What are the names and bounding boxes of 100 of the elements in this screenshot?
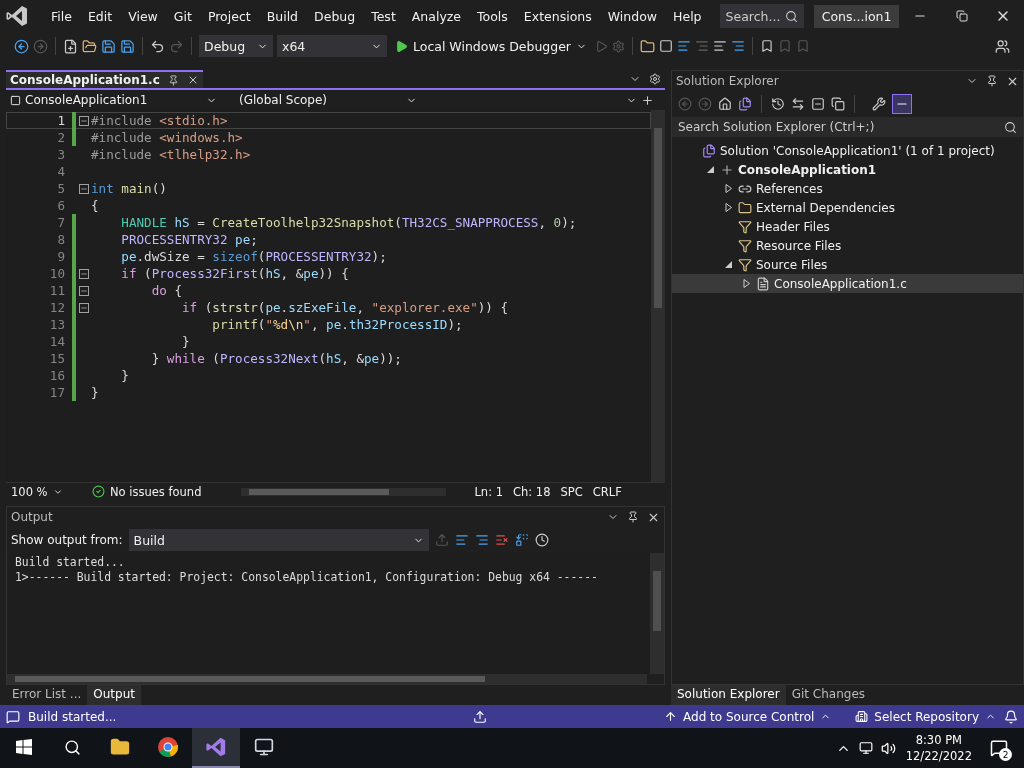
search-icon[interactable] — [1004, 120, 1017, 134]
tree-item[interactable]: Source Files — [672, 255, 1023, 274]
preview-button[interactable] — [892, 94, 912, 114]
menu-item[interactable]: Tools — [469, 8, 516, 24]
volume-icon[interactable] — [880, 740, 896, 756]
issues-status[interactable]: No issues found — [110, 484, 202, 499]
home-icon[interactable] — [718, 97, 732, 111]
platform-dropdown[interactable]: x64 — [277, 35, 387, 57]
solution-icon[interactable] — [702, 143, 716, 158]
save-all-icon[interactable] — [120, 38, 135, 54]
back-icon[interactable] — [14, 38, 29, 54]
project-dropdown[interactable]: ConsoleApplication1 — [6, 91, 221, 109]
notifications-icon[interactable] — [990, 739, 1008, 757]
menu-item[interactable]: Test — [363, 8, 404, 24]
select-repository-button[interactable]: Select Repository — [855, 709, 996, 724]
taskbar-button[interactable] — [192, 728, 240, 768]
tree-item[interactable]: Header Files — [672, 217, 1023, 236]
fold-icon[interactable] — [79, 268, 89, 279]
upload-icon[interactable] — [473, 709, 488, 724]
scope-dropdown[interactable]: (Global Scope) — [221, 91, 421, 109]
document-tab[interactable]: ConsoleApplication1.c — [6, 70, 203, 88]
start-debugger-button[interactable]: Local Windows Debugger — [391, 38, 591, 54]
scrollbar[interactable] — [7, 674, 647, 684]
switch-views-icon[interactable] — [738, 97, 752, 111]
split-icon[interactable] — [641, 93, 654, 107]
save-icon[interactable] — [101, 38, 116, 54]
fold-icon[interactable] — [79, 115, 89, 126]
tree-item[interactable]: ConsoleApplication1 — [672, 160, 1023, 179]
folder-icon[interactable] — [110, 737, 130, 757]
restore-icon[interactable] — [955, 10, 968, 22]
panel-tab[interactable]: Output — [87, 685, 141, 705]
search-field[interactable]: Search Solution Explorer (Ctrl+;) — [672, 117, 1023, 137]
history-icon[interactable] — [771, 97, 785, 111]
previous-message-icon[interactable] — [454, 533, 469, 547]
collapse-all-icon[interactable] — [811, 97, 825, 111]
menu-item[interactable]: Extensions — [515, 8, 600, 24]
pin-icon[interactable] — [627, 510, 639, 524]
search-icon[interactable] — [63, 738, 81, 756]
monitor-icon[interactable] — [254, 737, 274, 757]
zoom-dropdown[interactable]: 100 % — [6, 483, 68, 500]
filter-folder-icon[interactable] — [738, 257, 752, 272]
wrench-icon[interactable] — [872, 97, 886, 111]
menu-item[interactable]: Build — [258, 8, 307, 24]
fold-icon[interactable] — [79, 183, 89, 194]
sync-icon[interactable] — [791, 97, 805, 111]
clear-all-icon[interactable] — [494, 533, 509, 547]
menu-item[interactable]: Window — [599, 8, 666, 24]
show-all-files-icon[interactable] — [831, 97, 845, 111]
collapsed-arrow-icon[interactable] — [723, 203, 733, 212]
bell-icon[interactable] — [1004, 709, 1018, 724]
bookmark-icon[interactable] — [760, 39, 774, 53]
folder-icon[interactable] — [738, 200, 752, 215]
menu-item[interactable]: Edit — [79, 8, 121, 24]
message-icon[interactable] — [6, 709, 20, 724]
collapsed-arrow-icon[interactable] — [723, 184, 733, 193]
collapsed-arrow-icon[interactable] — [741, 279, 751, 288]
clock-time[interactable]: 8:30 PM — [915, 732, 962, 748]
tree-item[interactable]: Resource Files — [672, 236, 1023, 255]
menu-item[interactable]: View — [120, 8, 166, 24]
fold-icon[interactable] — [79, 285, 89, 296]
browser-icon[interactable] — [157, 736, 179, 758]
undo-icon[interactable] — [150, 38, 165, 54]
new-project-icon[interactable] — [63, 38, 78, 54]
file-icon[interactable] — [756, 276, 770, 291]
tree-item[interactable]: Solution 'ConsoleApplication1' (1 of 1 project) — [672, 141, 1023, 160]
panel-tab[interactable]: Error List ... — [6, 685, 88, 705]
open-folder-icon[interactable] — [82, 38, 97, 54]
tree-item[interactable]: ConsoleApplication1.c — [672, 274, 1023, 293]
menu-item[interactable]: Analyze — [403, 8, 470, 24]
clock-date[interactable]: 12/22/2022 — [905, 748, 972, 764]
scrollbar[interactable] — [241, 487, 447, 496]
fold-icon[interactable] — [79, 302, 89, 313]
uncomment-icon[interactable] — [731, 39, 745, 53]
filter-folder-icon[interactable] — [738, 238, 752, 253]
network-icon[interactable] — [858, 741, 873, 755]
windows-logo-icon[interactable] — [16, 739, 32, 755]
vs-logo-icon[interactable] — [205, 736, 227, 758]
menu-item[interactable]: Project — [199, 8, 259, 24]
configuration-dropdown[interactable]: Debug — [199, 35, 273, 57]
next-message-icon[interactable] — [474, 533, 489, 547]
pin-icon[interactable] — [167, 74, 179, 86]
comment-icon[interactable] — [713, 39, 727, 53]
indent-icon[interactable] — [677, 39, 691, 53]
panel-tab[interactable]: Git Changes — [785, 685, 872, 705]
output-source-dropdown[interactable]: Build — [128, 529, 429, 551]
expanded-arrow-icon[interactable] — [705, 165, 715, 174]
scrollbar[interactable] — [651, 110, 665, 482]
tree-item[interactable]: External Dependencies — [672, 198, 1023, 217]
menu-item[interactable]: Help — [665, 8, 710, 24]
pin-icon[interactable] — [986, 74, 998, 88]
project-icon[interactable] — [720, 162, 734, 177]
menu-item[interactable]: Debug — [306, 8, 364, 24]
panel-tab[interactable]: Solution Explorer — [671, 685, 786, 705]
folder-icon[interactable] — [640, 38, 655, 54]
menu-item[interactable]: File — [43, 8, 80, 24]
add-to-source-control-button[interactable]: Add to Source Control — [664, 709, 832, 724]
word-wrap-icon[interactable] — [514, 533, 529, 547]
settings-icon[interactable] — [649, 73, 661, 85]
menu-item[interactable]: Git — [165, 8, 200, 24]
line-endings-indicator[interactable]: CRLF — [592, 484, 622, 499]
